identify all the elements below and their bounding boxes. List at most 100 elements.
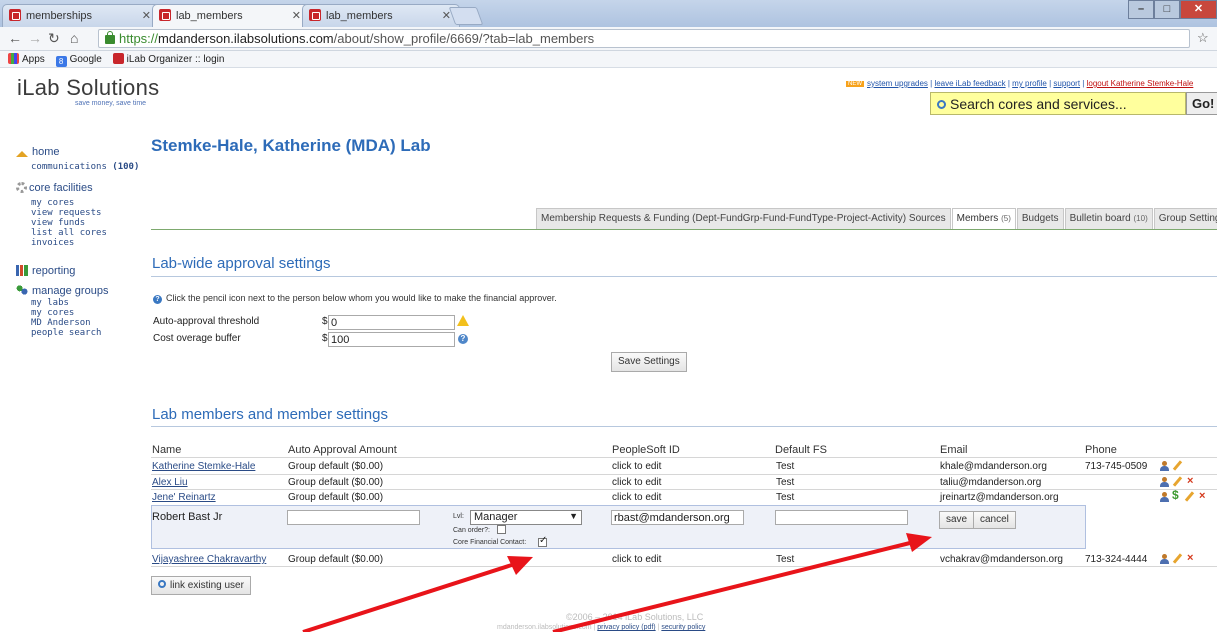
member-name-link[interactable]: Jene' Reinartz (152, 492, 216, 503)
browser-tab-lab-members[interactable]: lab_members ✕ (302, 4, 460, 27)
my-profile-link[interactable]: my profile (1012, 79, 1047, 88)
system-upgrades-link[interactable]: system upgrades (867, 79, 928, 88)
bookmark-google[interactable]: 8 Google (55, 54, 102, 67)
browser-tab-lab-members-active[interactable]: lab_members ✕ (152, 4, 310, 28)
forward-arrow-icon[interactable]: → (28, 30, 42, 46)
core-financial-contact-checkbox[interactable] (538, 535, 547, 547)
sidebar-item-manage-groups[interactable]: manage groups (16, 285, 108, 297)
new-badge: NEW (846, 81, 864, 87)
member-peoplesoft-id[interactable]: click to edit (612, 461, 661, 472)
sidebar-item-invoices[interactable]: invoices (31, 238, 74, 248)
lab-tabs: Membership Requests & Funding (Dept-Fund… (536, 208, 1217, 230)
member-name-link[interactable]: Vijayashree Chakravarthy (152, 554, 266, 565)
auto-approval-threshold-input[interactable]: 0 (328, 315, 455, 330)
security-policy-link[interactable]: security policy (661, 624, 705, 631)
sidebar-item-md-anderson[interactable]: MD Anderson (31, 318, 91, 328)
cost-overage-buffer-input[interactable]: 100 (328, 332, 455, 347)
browser-tab-memberships[interactable]: memberships ✕ (2, 4, 160, 27)
save-settings-button[interactable]: Save Settings (611, 352, 687, 372)
member-default-fs: Test (776, 492, 795, 503)
tab-bulletin-board[interactable]: Bulletin board (10) (1064, 208, 1153, 230)
pencil-icon[interactable] (1172, 476, 1183, 487)
edit-amount-input[interactable] (287, 510, 420, 525)
approver-hint: ? Click the pencil icon next to the perso… (153, 293, 557, 304)
remove-icon[interactable]: × (1199, 490, 1205, 502)
search-go-button[interactable]: Go! (1186, 92, 1217, 115)
member-name-link[interactable]: Alex Liu (152, 477, 188, 488)
member-email: jreinartz@mdanderson.org (940, 492, 1059, 503)
member-peoplesoft-id[interactable]: click to edit (612, 492, 661, 503)
maximize-window-icon[interactable]: □ (1154, 0, 1180, 19)
edit-email-input[interactable]: rbast@mdanderson.org (611, 510, 744, 525)
tab-group-settings[interactable]: Group Settings (1153, 208, 1217, 230)
user-icon[interactable] (1160, 554, 1169, 564)
group-icon (16, 285, 28, 296)
bookmark-ilab-organizer[interactable]: iLab Organizer :: login (112, 53, 224, 65)
edit-phone-input[interactable] (775, 510, 908, 525)
close-tab-icon[interactable]: ✕ (292, 9, 301, 22)
pencil-icon[interactable] (1172, 553, 1183, 564)
level-select[interactable]: Manager ▼ (470, 510, 582, 525)
bookmark-star-icon[interactable]: ☆ (1197, 30, 1209, 46)
leave-feedback-link[interactable]: leave iLab feedback (934, 79, 1005, 88)
sidebar-item-core-facilities[interactable]: core facilities (16, 182, 93, 194)
row-divider (151, 566, 1217, 567)
can-order-checkbox[interactable] (497, 525, 506, 534)
ilab-logo[interactable]: iLab Solutions (17, 75, 159, 101)
new-tab-button[interactable] (448, 7, 484, 25)
pencil-icon[interactable] (1172, 460, 1183, 471)
back-arrow-icon[interactable]: ← (8, 30, 22, 46)
remove-icon[interactable]: × (1187, 475, 1193, 487)
privacy-policy-link[interactable]: privacy policy (pdf) (597, 624, 655, 631)
remove-icon[interactable]: × (1187, 552, 1193, 564)
member-amount[interactable]: Group default ($0.00) (288, 477, 383, 488)
tab-members[interactable]: Members (5) (951, 208, 1016, 230)
tab-membership-requests[interactable]: Membership Requests & Funding (Dept-Fund… (536, 208, 951, 230)
sidebar-item-view-requests[interactable]: view requests (31, 208, 101, 218)
member-name-link[interactable]: Katherine Stemke-Hale (152, 461, 255, 472)
tab-divider (151, 229, 1217, 230)
sidebar-item-view-funds[interactable]: view funds (31, 218, 85, 228)
member-amount[interactable]: Group default ($0.00) (288, 554, 383, 565)
sidebar-item-reporting[interactable]: reporting (16, 265, 75, 277)
cancel-button[interactable]: cancel (973, 511, 1016, 529)
sidebar-item-people-search[interactable]: people search (31, 328, 101, 338)
chevron-down-icon: ▼ (569, 511, 578, 521)
sidebar-item-my-labs[interactable]: my labs (31, 298, 69, 308)
sidebar-item-home[interactable]: home (16, 146, 60, 158)
section-divider (151, 276, 1217, 277)
bookmark-apps[interactable]: Apps (8, 53, 45, 65)
col-email: Email (940, 444, 968, 456)
logout-link[interactable]: logout Katherine Stemke-Hale (1087, 79, 1194, 88)
close-tab-icon[interactable]: ✕ (142, 9, 151, 22)
member-peoplesoft-id[interactable]: click to edit (612, 554, 661, 565)
member-amount[interactable]: Group default ($0.00) (288, 492, 383, 503)
sidebar-item-my-cores-groups[interactable]: my cores (31, 308, 74, 318)
edit-member-name: Robert Bast Jr (152, 511, 223, 523)
close-window-icon[interactable]: ✕ (1180, 0, 1217, 19)
reload-icon[interactable]: ↻ (48, 30, 60, 47)
row-divider (151, 474, 1217, 475)
sidebar-item-list-all-cores[interactable]: list all cores (31, 228, 107, 238)
tab-budgets[interactable]: Budgets (1016, 208, 1064, 230)
warning-icon (457, 315, 469, 326)
help-icon[interactable]: ? (458, 334, 468, 344)
pencil-icon[interactable] (1184, 491, 1195, 502)
sidebar-item-my-cores[interactable]: my cores (31, 198, 74, 208)
save-button[interactable]: save (939, 511, 975, 529)
user-icon[interactable] (1160, 477, 1169, 487)
link-existing-user-button[interactable]: link existing user (151, 576, 251, 595)
dollar-icon[interactable]: $ (1172, 488, 1179, 502)
url-input[interactable]: https://mdanderson.ilabsolutions.com/abo… (98, 29, 1190, 48)
minimize-window-icon[interactable]: – (1128, 0, 1154, 19)
search-input[interactable]: Search cores and services... (930, 92, 1186, 115)
user-icon[interactable] (1160, 461, 1169, 471)
member-amount[interactable]: Group default ($0.00) (288, 461, 383, 472)
user-icon[interactable] (1160, 492, 1169, 502)
home-icon[interactable]: ⌂ (70, 30, 78, 46)
member-peoplesoft-id[interactable]: click to edit (612, 477, 661, 488)
sidebar-item-communications[interactable]: communications (100) (31, 162, 139, 172)
support-link[interactable]: support (1053, 79, 1080, 88)
top-links: NEW system upgrades | leave iLab feedback… (846, 79, 1194, 88)
gear-icon (16, 182, 27, 193)
